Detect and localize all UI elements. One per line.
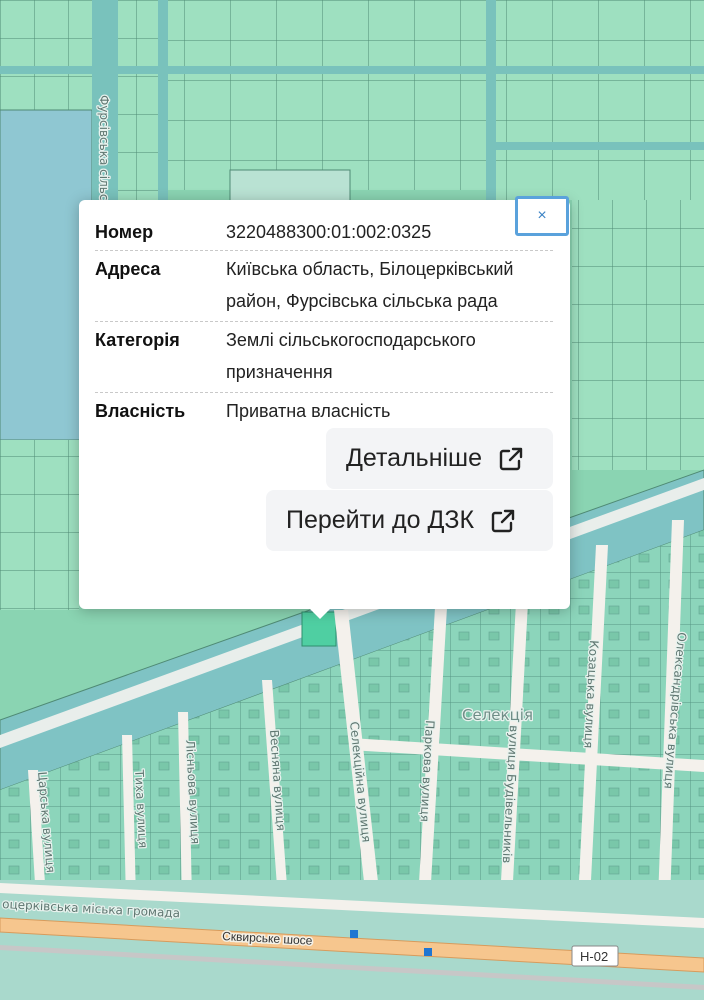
label-category: Категорія: [95, 330, 180, 350]
value-ownership: Приватна власність: [226, 401, 391, 421]
details-button-label: Детальніше: [346, 444, 483, 472]
external-link-icon: [491, 509, 515, 532]
external-link-icon: [499, 447, 523, 470]
bus-stop-2: [424, 948, 432, 956]
road-n-horizontal-2: [496, 142, 704, 150]
value-address: Київська область, Білоцерківський район,…: [226, 259, 514, 311]
label-ownership: Власність: [95, 401, 186, 421]
value-number: 3220488300:01:002:0325: [226, 222, 432, 242]
parcel-block-w1: [0, 440, 79, 610]
route-shield: Н-02: [571, 945, 619, 967]
row-category: Категорія Землі сільськогосподарського п…: [95, 322, 553, 393]
road-n-vertical-3: [486, 0, 496, 200]
value-category: Землі сільськогосподарського призначення: [226, 330, 476, 382]
parcel-block-n1: [118, 0, 158, 210]
label-number: Номер: [95, 222, 154, 242]
go-to-dzk-label: Перейти до ДЗК: [286, 506, 475, 534]
parcel-block-e1: [572, 200, 704, 470]
parcel-block-nw: [0, 0, 92, 110]
row-address: Адреса Київська область, Білоцерківський…: [95, 251, 553, 322]
row-ownership: Власність Приватна власність: [95, 393, 553, 427]
label-address: Адреса: [95, 259, 161, 279]
road-n-horizontal-1: [0, 66, 704, 74]
parcel-block-n3: [496, 0, 704, 200]
road-n-vertical-2: [158, 0, 168, 210]
route-shield-label: Н-02: [580, 949, 608, 964]
label-selektsiia: Селекція: [462, 706, 533, 724]
go-to-dzk-button[interactable]: Перейти до ДЗК: [266, 490, 553, 551]
details-button[interactable]: Детальніше: [326, 428, 553, 489]
parcel-block-n2: [168, 0, 488, 190]
bus-stop-1: [350, 930, 358, 938]
popup-pointer: [306, 605, 334, 619]
parcel-info-table: Номер 3220488300:01:002:0325 Адреса Київ…: [95, 214, 553, 427]
row-number: Номер 3220488300:01:002:0325: [95, 214, 553, 251]
